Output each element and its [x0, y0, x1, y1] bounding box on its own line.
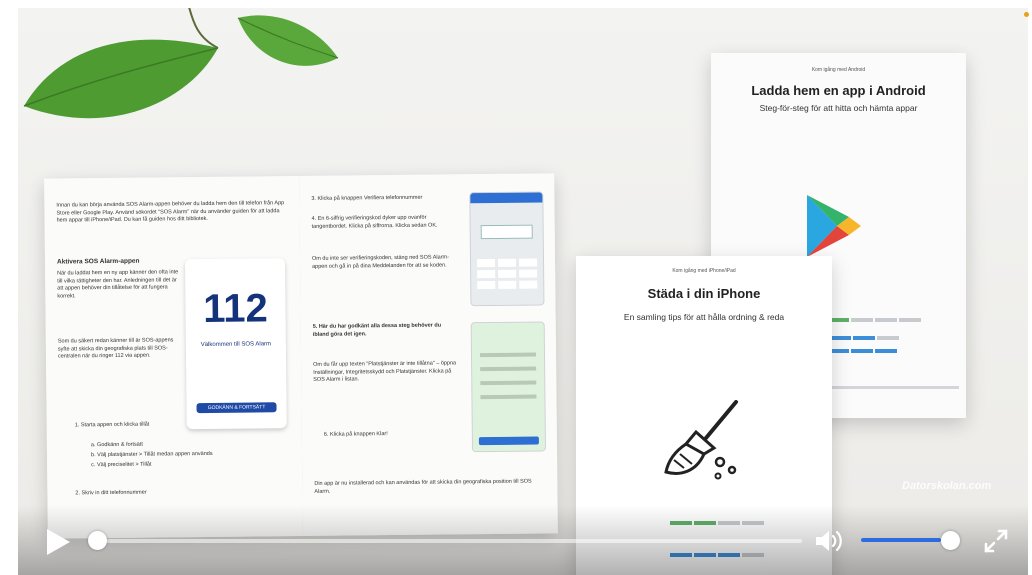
step-6: 6. Klicka på knappen Klar!	[323, 431, 388, 438]
footer-text: Din app är nu installerad och kan använd…	[314, 478, 532, 495]
iphone-booklet-title: Städa i din iPhone	[647, 286, 761, 301]
watermark: Datorskolan.com	[902, 480, 992, 492]
video-frame[interactable]: Kom igång med Android Ladda hem en app i…	[18, 8, 1028, 575]
android-booklet-kicker: Kom igång med Android	[811, 67, 866, 73]
play-icon	[47, 529, 70, 555]
intro-text: Innan du kan börja använda SOS Alarm-app…	[56, 200, 285, 224]
settings-screenshot	[470, 321, 547, 453]
section-heading: Aktivera SOS Alarm-appen	[56, 257, 140, 266]
progress-bars	[827, 349, 897, 353]
card-accept-button: GODKÄNN & FORTSÄTT	[196, 402, 277, 414]
emergency-number: 112	[203, 286, 268, 332]
step-4: 4. En 6-siffrig verifieringskod dyker up…	[311, 214, 438, 230]
fullscreen-icon	[984, 529, 1008, 553]
volume-slider[interactable]	[861, 538, 949, 542]
seek-handle[interactable]	[88, 531, 107, 550]
broom-icon	[664, 400, 738, 480]
right-page: 3. Klicka på knappen Verifiera telefonnu…	[299, 173, 558, 536]
body-text-2: Som du säkert redan känner till är SOS-a…	[57, 337, 174, 360]
android-booklet-title: Ladda hem en app i Android	[751, 83, 926, 98]
android-booklet-subtitle: Steg-för-steg för att hitta och hämta ap…	[759, 103, 918, 113]
left-page: Innan du kan börja använda SOS Alarm-app…	[44, 175, 304, 539]
volume-button[interactable]	[815, 528, 845, 554]
progress-bars	[827, 318, 921, 322]
sos-app-screen: 112 Välkommen till SOS Alarm GODKÄNN & F…	[184, 258, 287, 430]
step-3: 3. Klicka på knappen Verifiera telefonnu…	[311, 194, 423, 202]
body-text: När du laddat hem en ny app känner den o…	[57, 269, 179, 300]
volume-handle[interactable]	[941, 531, 960, 550]
iphone-booklet-subtitle: En samling tips för att hålla ordning & …	[623, 312, 785, 322]
volume-icon	[816, 530, 842, 552]
card-title: Välkommen till SOS Alarm	[200, 341, 272, 349]
iphone-booklet-kicker: Kom igång med iPhone/iPad	[672, 268, 736, 274]
leaf-decoration	[23, 8, 339, 119]
step-1b: b. Välj platstjänster > Tillåt medan app…	[90, 450, 213, 459]
seek-bar[interactable]	[96, 539, 802, 543]
video-player[interactable]: Kom igång med Android Ladda hem en app i…	[0, 0, 1032, 575]
step-2: 2. Skriv in ditt telefonnummer	[75, 489, 147, 497]
open-booklet: Innan du kan börja använda SOS Alarm-app…	[44, 173, 558, 539]
progress-bars	[829, 336, 899, 340]
step-5: 5. Här du har godkänt alla dessa steg be…	[312, 322, 442, 338]
keypad-screenshot	[469, 191, 545, 307]
body-text: Om du får upp texten "Platstjänster är i…	[313, 360, 457, 383]
volume-level	[861, 538, 942, 542]
step-1a: a. Godkänn & fortsätt	[90, 441, 143, 449]
note-text: Om du inte ser verifieringskoden, stäng …	[311, 254, 449, 270]
step-1c: c. Välj preciselitet > Tillåt	[91, 461, 152, 469]
status-dot	[1024, 12, 1029, 17]
play-button[interactable]	[45, 528, 71, 556]
fullscreen-button[interactable]	[983, 528, 1009, 554]
footer-line	[819, 386, 959, 389]
google-play-icon	[807, 195, 861, 257]
